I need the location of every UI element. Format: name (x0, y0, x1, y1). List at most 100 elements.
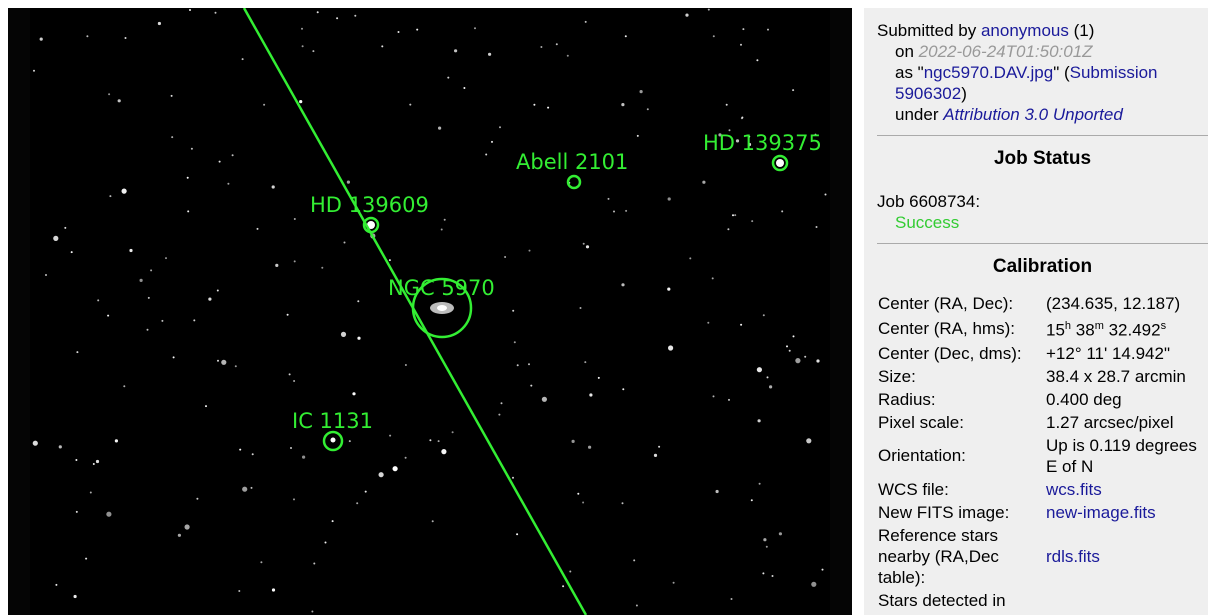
star (186, 176, 189, 179)
star (45, 274, 47, 276)
star (816, 359, 820, 363)
star (190, 147, 193, 150)
star (124, 37, 127, 39)
rdls-file-link[interactable]: rdls.fits (1046, 547, 1100, 566)
star (437, 440, 440, 443)
star (288, 373, 291, 376)
star (299, 100, 303, 104)
star (499, 126, 501, 129)
star (516, 364, 519, 367)
star (239, 448, 242, 451)
table-row: Pixel scale: 1.27 arcsec/pixel (876, 411, 1208, 434)
star (734, 214, 737, 217)
star (756, 367, 763, 373)
star (381, 45, 384, 48)
fits-image-link[interactable]: new-image.fits (1046, 503, 1156, 522)
filename-link[interactable]: ngc5970.DAV.jpg (924, 63, 1054, 82)
star (95, 459, 100, 464)
star (712, 395, 715, 398)
star (667, 287, 671, 291)
star (621, 103, 625, 107)
star (443, 218, 446, 221)
star (715, 489, 719, 494)
star (117, 99, 121, 103)
star (516, 533, 519, 536)
star (689, 257, 692, 260)
star (589, 393, 593, 397)
star (53, 235, 59, 241)
table-row: Center (Dec, dms): +12° 11' 14.942" (876, 342, 1208, 365)
star (528, 363, 530, 366)
star (781, 210, 784, 213)
star (702, 180, 706, 184)
star (242, 486, 248, 492)
star (454, 49, 458, 53)
star (184, 524, 190, 530)
star (64, 226, 67, 229)
star (217, 359, 219, 362)
star (251, 453, 254, 456)
calibration-table: Center (RA, Dec): (234.635, 12.187) Cent… (876, 292, 1208, 612)
sky-canvas: HD 139375 Abell 2101 HD 139609 NGC 5970 … (32, 8, 827, 615)
star (172, 356, 175, 359)
wcs-file-link[interactable]: wcs.fits (1046, 480, 1102, 499)
star (271, 185, 275, 189)
fits-label: New FITS image: (878, 502, 1010, 522)
star (541, 396, 548, 402)
star (512, 476, 514, 479)
star (293, 218, 296, 220)
job-info: Job 6608734: Success (877, 191, 1208, 233)
star (114, 439, 118, 443)
star (378, 472, 384, 478)
star (404, 456, 407, 459)
star (441, 449, 447, 455)
star (621, 502, 624, 505)
star (177, 533, 181, 537)
star (504, 256, 507, 258)
star (625, 209, 628, 212)
star (792, 335, 795, 338)
star (815, 226, 818, 228)
under-label: under (895, 105, 939, 124)
star (740, 43, 742, 46)
star (566, 54, 569, 57)
star (33, 69, 35, 72)
star (293, 260, 296, 263)
license-link[interactable]: Attribution 3.0 Unported (943, 105, 1123, 124)
star (205, 405, 207, 408)
star (769, 385, 773, 389)
star (260, 561, 263, 564)
hd139375-label: HD 139375 (703, 131, 822, 155)
star (636, 134, 639, 137)
star (107, 314, 110, 317)
star (302, 455, 306, 459)
center-radec-label: Center (RA, Dec): (878, 294, 1014, 313)
star (70, 251, 73, 254)
user-link[interactable]: anonymous (981, 21, 1069, 40)
star (76, 351, 79, 354)
star (89, 491, 92, 494)
star (123, 385, 126, 388)
star (804, 355, 807, 358)
table-row: Stars detected in (876, 589, 1208, 612)
star (352, 392, 356, 396)
star (97, 299, 100, 302)
star (150, 269, 153, 272)
star (667, 197, 671, 201)
star (321, 266, 324, 269)
star (582, 242, 585, 245)
star (404, 364, 407, 366)
star (356, 502, 359, 505)
star (725, 103, 728, 106)
star (712, 35, 715, 38)
star (75, 459, 78, 461)
hd139375-star (776, 159, 784, 167)
star (331, 520, 334, 523)
star (106, 511, 112, 517)
annotated-sky-image: HD 139375 Abell 2101 HD 139609 NGC 5970 … (8, 8, 852, 615)
center-dms-value: +12° 11' 14.942" (1046, 343, 1171, 363)
ic1131-label: IC 1131 (292, 409, 373, 433)
star (766, 376, 769, 379)
orientation-value: Up is 0.119 degrees E of N (1046, 435, 1197, 476)
star (221, 359, 227, 365)
